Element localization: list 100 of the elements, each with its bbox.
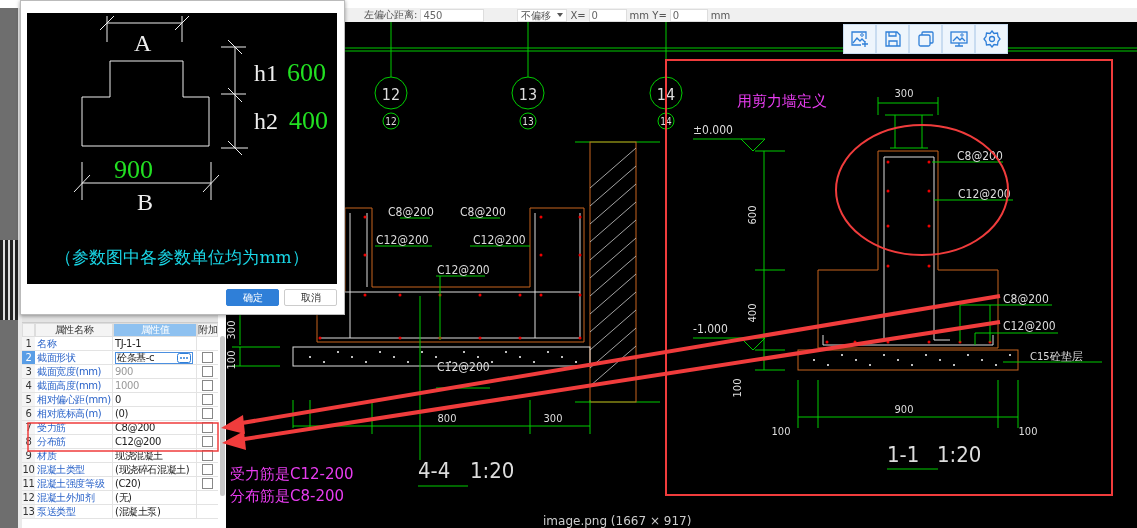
image-plus-icon	[850, 30, 869, 48]
rebar-label: C8@200	[1003, 292, 1049, 306]
property-value: 现浇混凝土	[115, 448, 163, 463]
unit-label: mm	[710, 9, 731, 21]
x-label: X=	[570, 9, 586, 21]
property-name: 截面形状	[35, 351, 113, 365]
checkbox[interactable]	[202, 450, 214, 461]
dimension-label: 300	[894, 87, 914, 100]
settings-button[interactable]	[975, 24, 1008, 54]
axis-label: 13	[518, 85, 538, 104]
save-icon	[883, 30, 902, 48]
image-caption: image.png (1667 × 917)	[543, 514, 692, 528]
axis-label: 12	[385, 116, 397, 127]
dimension-label: 800	[437, 412, 457, 425]
axis-circle	[382, 112, 400, 130]
settings-icon	[982, 30, 1001, 48]
property-name: 泵送类型	[35, 505, 113, 519]
property-name: 混凝土类型	[35, 463, 113, 477]
checkbox[interactable]	[202, 352, 214, 363]
property-value: 1000	[115, 380, 139, 391]
annotation-text: 分布筋是C8-200	[230, 487, 345, 505]
annotation-text: 用剪力墙定义	[737, 92, 827, 110]
monitor-image-icon	[949, 30, 968, 48]
row-number: 11	[22, 477, 35, 491]
dimension-label: B	[137, 189, 153, 215]
dimension-value: 400	[289, 106, 328, 135]
checkbox[interactable]	[202, 436, 214, 447]
checkbox[interactable]	[202, 366, 214, 377]
scrollbar[interactable]	[220, 336, 226, 496]
copy-button[interactable]	[909, 24, 942, 54]
dimension-value: 600	[287, 58, 326, 87]
property-name: 名称	[35, 337, 113, 351]
add-image-button[interactable]	[843, 24, 876, 54]
display-image-button[interactable]	[942, 24, 975, 54]
dimension-label: h1	[254, 60, 278, 86]
checkbox[interactable]	[202, 408, 214, 419]
property-value: (无)	[115, 490, 132, 505]
property-value: (现浇碎石混凝土)	[115, 462, 190, 477]
caret-icon	[557, 13, 564, 17]
ok-button[interactable]: 确定	[226, 289, 279, 306]
property-value: C12@200	[115, 436, 161, 447]
dimension-label: 600	[746, 205, 759, 225]
save-button[interactable]	[876, 24, 909, 54]
elevation-label: ±0.000	[693, 123, 733, 137]
checkbox[interactable]	[202, 464, 214, 475]
row-number: 2	[22, 351, 35, 365]
row-number: 5	[22, 393, 35, 407]
row-number: 4	[22, 379, 35, 393]
row-number: 1	[22, 337, 35, 351]
row-number: 10	[22, 463, 35, 477]
checkbox[interactable]	[202, 478, 214, 489]
annotation-text: 受力筋是C12-200	[230, 465, 354, 483]
property-name: 相对底标高(m)	[35, 407, 113, 421]
property-name: 材质	[35, 449, 113, 463]
dimension-label: 100	[1018, 425, 1038, 438]
section-title: 1-1	[887, 442, 920, 467]
more-icon[interactable]	[177, 352, 191, 363]
property-name: 相对偏心距(mm)	[35, 393, 113, 407]
checkbox[interactable]	[202, 422, 214, 433]
rebar-label: C12@200	[473, 233, 526, 247]
axis-circle	[374, 76, 408, 110]
cancel-button[interactable]: 取消	[284, 289, 337, 306]
unit-note: （参数图中各参数单位均为mm）	[55, 247, 309, 267]
property-name: 混凝土外加剂	[35, 491, 113, 505]
property-value: 900	[115, 366, 133, 377]
rebar-label: C12@200	[376, 233, 429, 247]
column-header[interactable]: 属性名称	[35, 323, 113, 337]
checkbox[interactable]	[202, 394, 214, 405]
dimension-label: 300	[543, 412, 563, 425]
dimension-label: A	[134, 30, 152, 56]
y-label: mm Y=	[629, 9, 667, 21]
offset-label: 左偏心距离:	[364, 8, 418, 22]
dimension-label: 300	[225, 320, 238, 340]
offset-input[interactable]: 450	[420, 8, 485, 22]
value-field[interactable]: 砼条基-c	[115, 351, 193, 364]
dimension-label: 100	[225, 350, 238, 370]
rebar-label: C12@200	[437, 360, 490, 374]
dimension-value: 900	[114, 155, 153, 184]
property-value: TJ-1-1	[115, 338, 142, 349]
property-value: (0)	[115, 408, 128, 419]
elevation-label: -1.000	[693, 322, 728, 336]
dimension-label: 400	[746, 303, 759, 323]
row-number: 6	[22, 407, 35, 421]
cushion-label: C15砼垫层	[1030, 350, 1083, 363]
rebar-label: C12@200	[1003, 319, 1056, 333]
x-input[interactable]: 0	[588, 8, 627, 22]
offset-mode-dropdown[interactable]: 不偏移	[517, 8, 568, 22]
dimension-label: h2	[254, 108, 278, 134]
property-name: 截面高度(mm)	[35, 379, 113, 393]
property-name: 截面宽度(mm)	[35, 365, 113, 379]
rebar-label: C8@200	[460, 205, 506, 219]
column-header[interactable]: 附加	[197, 323, 219, 337]
rebar-label: C12@200	[437, 263, 490, 277]
dimension-label: 100	[771, 425, 791, 438]
checkbox[interactable]	[202, 380, 214, 391]
y-input[interactable]: 0	[669, 8, 708, 22]
rebar-label: C8@200	[388, 205, 434, 219]
axis-circle	[511, 76, 545, 110]
property-value: (C20)	[115, 478, 141, 489]
section-scale: 1:20	[470, 458, 515, 483]
